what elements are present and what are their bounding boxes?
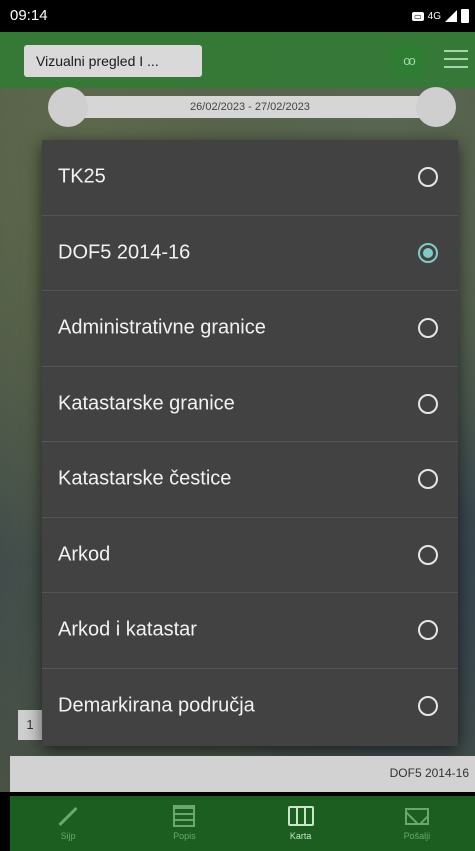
layer-option-label: Administrativne granice: [58, 316, 266, 339]
slider-end-handle[interactable]: [416, 87, 456, 127]
task-title-dropdown[interactable]: Vizualni pregled I ...: [24, 45, 202, 77]
nav-item-karta[interactable]: Karta: [261, 804, 341, 841]
radio-button[interactable]: [418, 620, 438, 641]
list-icon: [144, 804, 224, 828]
cast-icon: ▭: [412, 11, 424, 21]
layer-option-administrativne-granice[interactable]: Administrativne granice: [42, 291, 458, 367]
radio-button[interactable]: [418, 469, 438, 490]
status-bar: 09:14 ▭ 4G: [0, 0, 475, 32]
bottom-navigation: Sijp Popis Karta Pošalji: [10, 796, 475, 851]
nav-item-popis[interactable]: Popis: [144, 804, 224, 841]
radio-button[interactable]: [418, 393, 438, 414]
layer-option-katastarske-cestice[interactable]: Katastarske čestice: [42, 442, 458, 518]
radio-button[interactable]: [418, 318, 438, 339]
radio-button[interactable]: [418, 167, 438, 188]
layer-option-label: DOF5 2014-16: [58, 241, 191, 264]
layer-option-label: Demarkirana područja: [58, 694, 255, 717]
network-label: 4G: [427, 10, 441, 22]
slider-start-handle[interactable]: [48, 87, 88, 127]
nav-item-posalji[interactable]: Pošalji: [377, 804, 457, 841]
battery-icon: [461, 9, 469, 23]
layer-option-arkod[interactable]: Arkod: [42, 518, 458, 593]
layer-option-tk25[interactable]: TK25: [42, 140, 458, 216]
layer-option-demarkirana-podrucja[interactable]: Demarkirana područja: [42, 669, 458, 745]
date-range-slider[interactable]: 26/02/2023 - 27/02/2023: [70, 96, 430, 118]
scale-chip[interactable]: 1: [18, 710, 42, 740]
layer-option-label: Arkod i katastar: [58, 618, 197, 641]
layer-option-katastarske-granice[interactable]: Katastarske granice: [42, 367, 458, 442]
layer-select-dialog: TK25 DOF5 2014-16 Administrativne granic…: [42, 140, 458, 746]
layer-option-label: TK25: [58, 165, 106, 188]
radio-button[interactable]: [418, 696, 438, 717]
nav-item-label: Pošalji: [403, 831, 431, 841]
menu-icon[interactable]: [444, 50, 468, 72]
layer-option-dof5[interactable]: DOF5 2014-16: [42, 216, 458, 291]
radio-button-checked[interactable]: [418, 242, 438, 263]
status-time: 09:14: [10, 7, 48, 24]
status-icons: ▭ 4G: [412, 9, 469, 23]
layer-option-label: Arkod: [58, 543, 111, 566]
layer-option-label: Katastarske čestice: [58, 467, 232, 490]
map-info-bar: DOF5 2014-16: [10, 756, 475, 792]
layer-option-arkod-i-katastar[interactable]: Arkod i katastar: [42, 593, 458, 669]
nav-item-label: Karta: [289, 831, 312, 841]
map-icon: [261, 804, 341, 828]
glasses-icon[interactable]: oo: [392, 45, 425, 77]
mail-icon: [377, 804, 457, 828]
signal-icon: [445, 10, 457, 22]
layer-option-label: Katastarske granice: [58, 392, 235, 415]
nav-item-label: Sijp: [60, 831, 76, 841]
current-layer-label: DOF5 2014-16: [389, 766, 469, 780]
radio-button[interactable]: [418, 544, 438, 565]
wand-icon: [28, 804, 108, 828]
nav-item-sijp[interactable]: Sijp: [28, 804, 108, 841]
nav-item-label: Popis: [173, 831, 196, 841]
